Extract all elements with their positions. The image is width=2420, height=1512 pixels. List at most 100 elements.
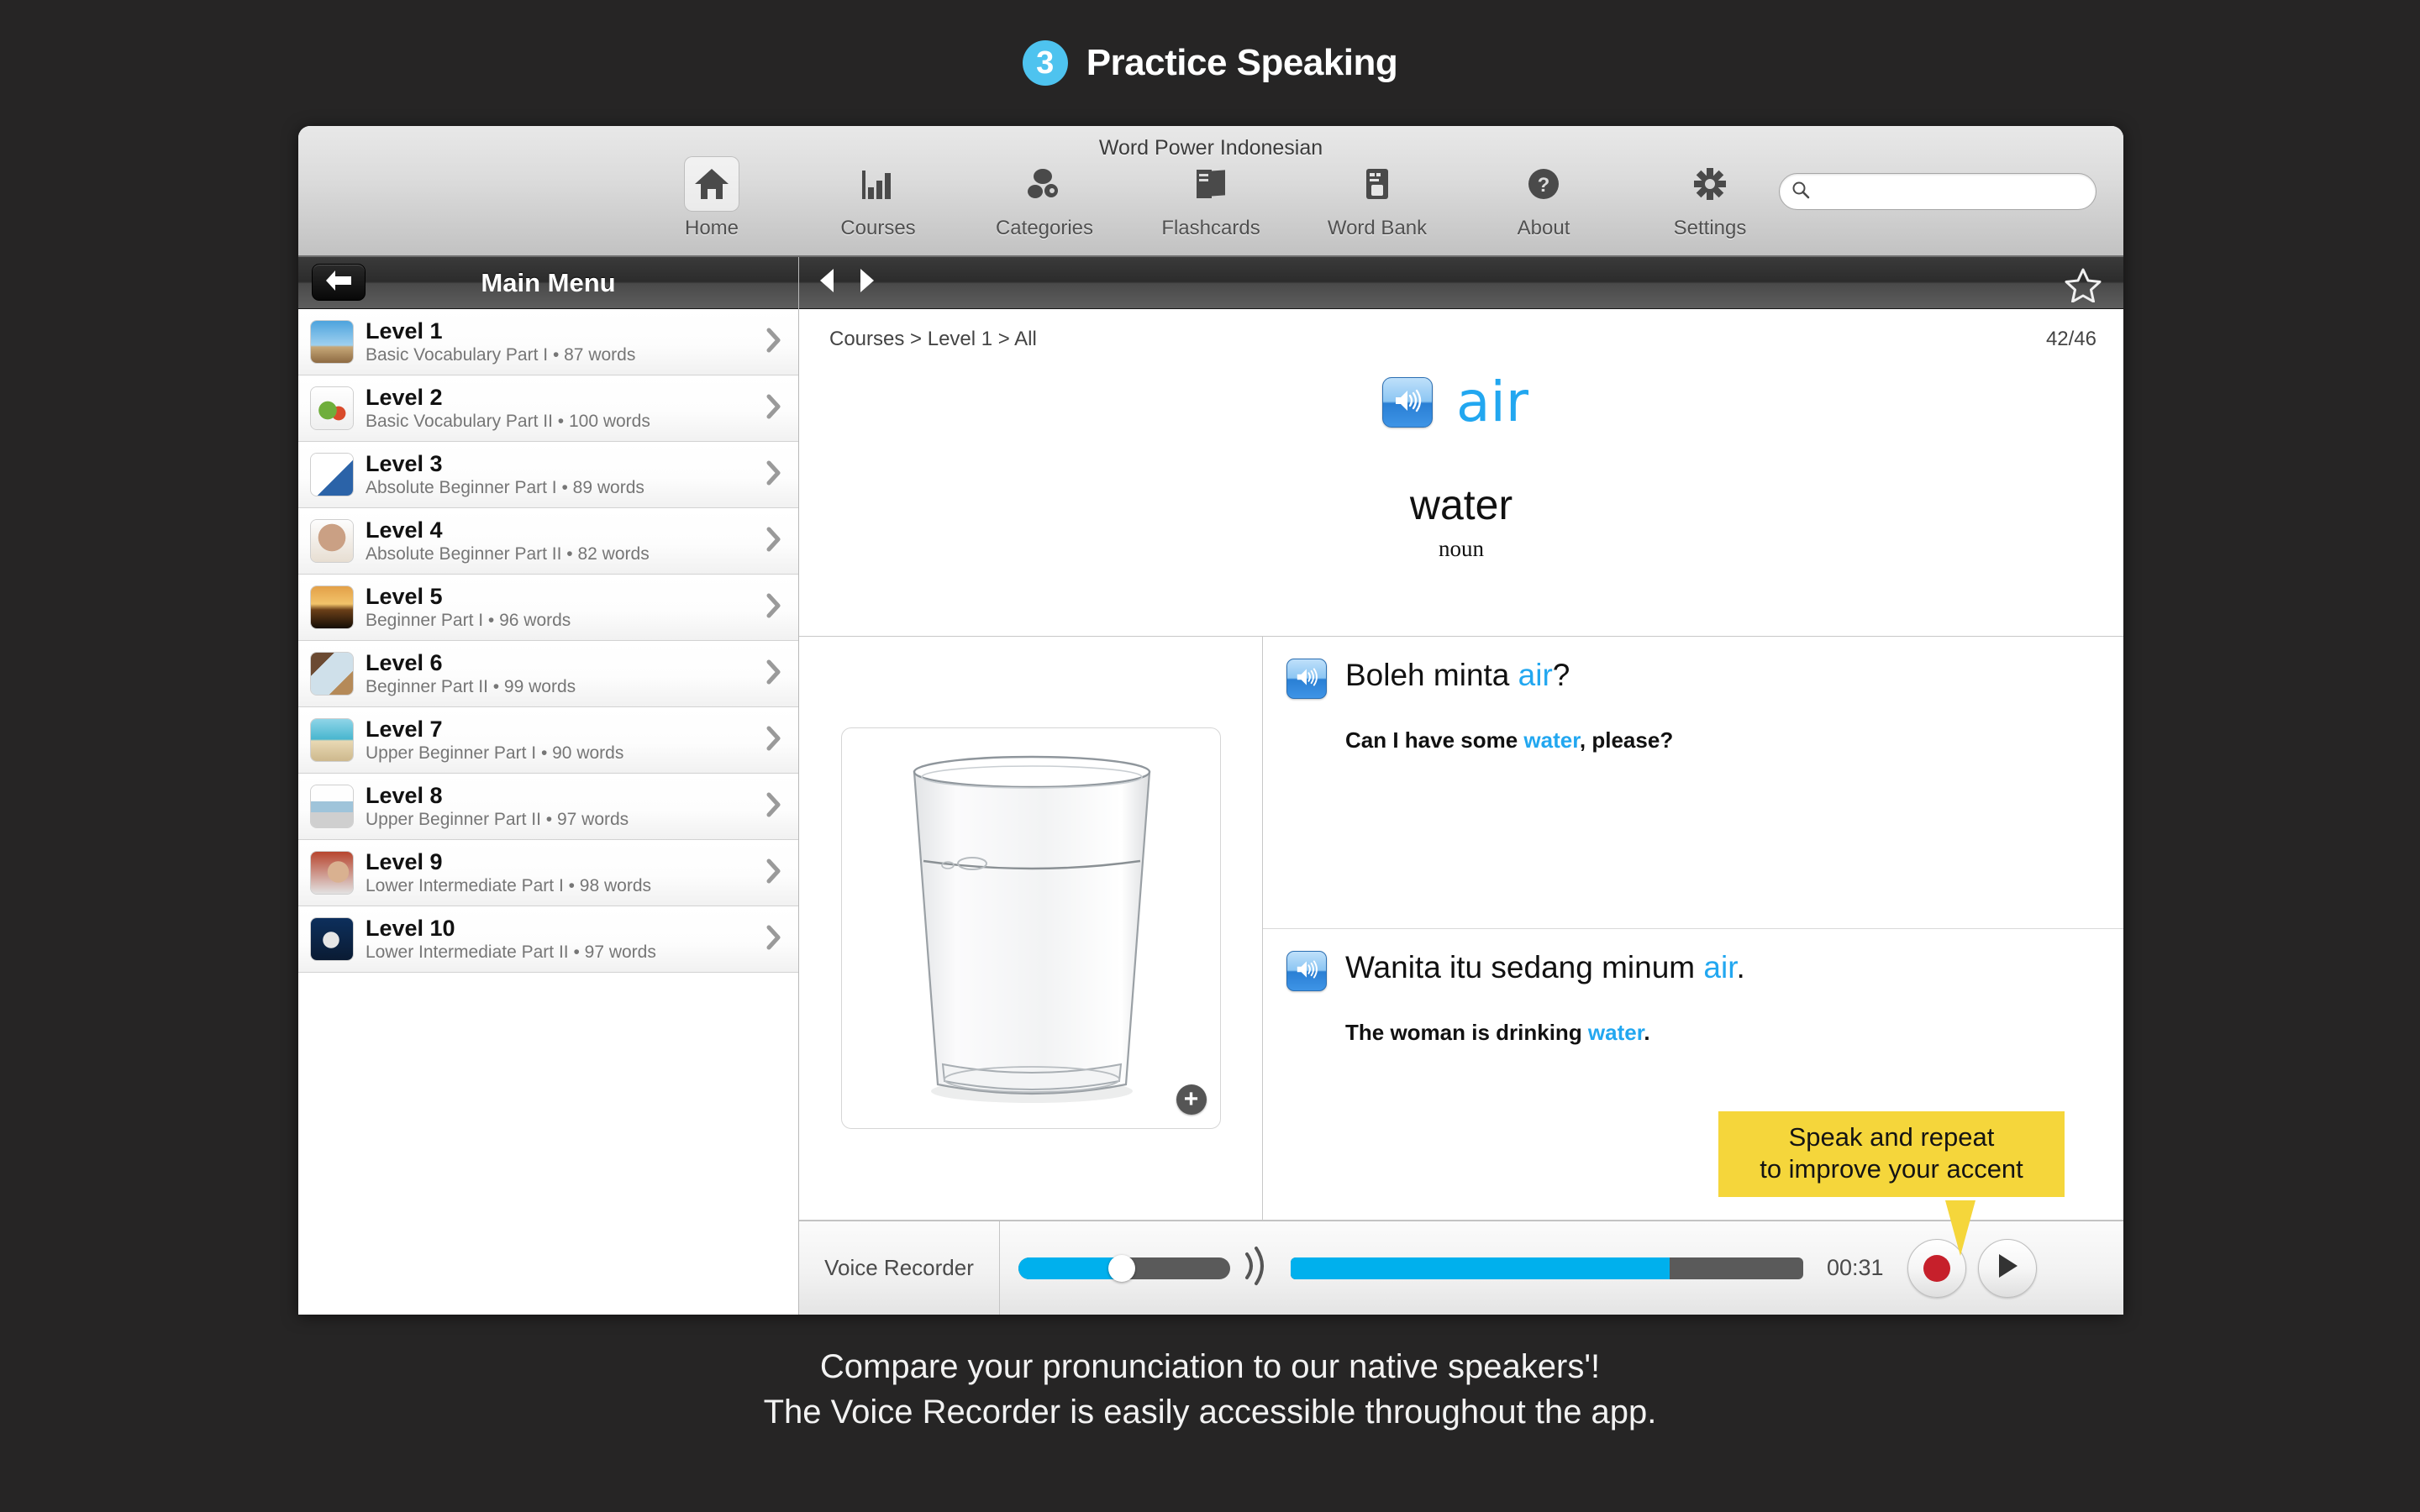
level-name: Level 5	[366, 584, 443, 610]
search-box[interactable]	[1779, 173, 2096, 210]
list-item[interactable]: Level 8 Upper Beginner Part II • 97 word…	[298, 774, 798, 840]
sidebar: Main Menu Level 1 Basic Vocabulary Part …	[298, 257, 799, 1315]
toolbar-label: Word Bank	[1327, 217, 1428, 239]
list-item[interactable]: Level 1 Basic Vocabulary Part I • 87 wor…	[298, 309, 798, 375]
glass-of-water-illustration	[913, 755, 1150, 1103]
sentence-target-before: Wanita itu sedang minum	[1345, 950, 1704, 984]
list-item[interactable]: Level 7 Upper Beginner Part I • 90 words	[298, 707, 798, 774]
volume-slider-knob[interactable]	[1108, 1254, 1136, 1282]
voice-recorder-label: Voice Recorder	[799, 1221, 1000, 1315]
toolbar-item-home[interactable]: Home	[629, 156, 795, 240]
star-outline-icon[interactable]	[2065, 267, 2102, 307]
level-list: Level 1 Basic Vocabulary Part I • 87 wor…	[298, 309, 798, 973]
level-name: Level 10	[366, 916, 455, 942]
sentence-translation-before: Can I have some	[1345, 727, 1524, 753]
list-item[interactable]: Level 6 Beginner Part II • 99 words	[298, 641, 798, 707]
chevron-right-icon	[766, 527, 781, 556]
callout-line-1: Speak and repeat	[1788, 1122, 1995, 1152]
sentence-target-highlight: air	[1518, 658, 1553, 692]
search-icon	[1791, 181, 1810, 203]
sentence-translation-after: , please?	[1579, 727, 1674, 753]
volume-waves-icon	[1242, 1243, 1269, 1293]
level-name: Level 6	[366, 650, 443, 676]
callout-line-2: to improve your accent	[1760, 1153, 2023, 1184]
level-thumbnail	[310, 785, 354, 828]
list-item[interactable]: Level 4 Absolute Beginner Part II • 82 w…	[298, 508, 798, 575]
previous-arrow-icon[interactable]	[818, 268, 836, 297]
image-pane: +	[799, 637, 1263, 1220]
back-arrow-icon	[325, 270, 352, 296]
level-subtitle: Absolute Beginner Part II • 82 words	[366, 543, 650, 564]
list-item[interactable]: Level 3 Absolute Beginner Part I • 89 wo…	[298, 442, 798, 508]
level-subtitle: Lower Intermediate Part I • 98 words	[366, 875, 652, 895]
playback-progress-bar[interactable]	[1291, 1257, 1803, 1279]
play-triangle-icon	[1996, 1252, 2019, 1284]
sentence-translation-text: Can I have some water, please?	[1345, 727, 2098, 753]
toolbar: Word Power Indonesian Home Courses Categ…	[298, 126, 2123, 257]
volume-slider-fill	[1018, 1257, 1123, 1279]
sidebar-header: Main Menu	[298, 257, 798, 309]
nav-arrows	[818, 268, 876, 297]
level-thumbnail	[310, 652, 354, 696]
level-name: Level 2	[366, 385, 443, 411]
home-icon	[684, 156, 739, 212]
list-item[interactable]: Level 10 Lower Intermediate Part II • 97…	[298, 906, 798, 973]
sentence-target-after: .	[1736, 950, 1745, 984]
level-thumbnail	[310, 519, 354, 563]
speaker-icon	[1294, 667, 1319, 691]
sentence-translation-text: The woman is drinking water.	[1345, 1020, 2098, 1046]
toolbar-item-settings[interactable]: Settings	[1627, 156, 1793, 240]
sidebar-title: Main Menu	[481, 267, 616, 297]
sentence-translation-before: The woman is drinking	[1345, 1020, 1588, 1045]
chevron-right-icon	[766, 858, 781, 888]
level-name: Level 7	[366, 717, 443, 743]
toolbar-item-flashcards[interactable]: Flashcards	[1128, 156, 1294, 240]
list-item[interactable]: Level 5 Beginner Part I • 96 words	[298, 575, 798, 641]
chevron-right-icon	[766, 925, 781, 954]
speaker-icon	[1294, 959, 1319, 984]
search-input[interactable]	[1817, 181, 2096, 202]
word-image[interactable]: +	[840, 727, 1221, 1129]
headword-audio-button[interactable]	[1382, 377, 1434, 428]
toolbar-item-courses[interactable]: Courses	[795, 156, 961, 240]
back-button[interactable]	[312, 264, 366, 301]
level-thumbnail	[310, 718, 354, 762]
sentence-target-text: Boleh minta air?	[1345, 658, 1570, 693]
level-thumbnail	[310, 917, 354, 961]
bar-chart-icon	[850, 156, 906, 212]
level-subtitle: Beginner Part I • 96 words	[366, 610, 571, 630]
breadcrumb[interactable]: Courses > Level 1 > All	[829, 328, 1037, 351]
window-title: Word Power Indonesian	[1098, 136, 1323, 160]
sentence-audio-button[interactable]	[1286, 659, 1327, 699]
categories-icon	[1017, 156, 1072, 212]
callout-tail	[1945, 1200, 1975, 1256]
level-subtitle: Upper Beginner Part I • 90 words	[366, 743, 624, 763]
toolbar-item-about[interactable]: ? About	[1460, 156, 1627, 240]
level-thumbnail	[310, 585, 354, 629]
toolbar-item-categories[interactable]: Categories	[961, 156, 1128, 240]
question-mark-icon: ?	[1516, 156, 1571, 212]
translation-text: water	[1409, 481, 1513, 528]
level-thumbnail	[310, 453, 354, 496]
toolbar-item-word-bank[interactable]: Word Bank	[1294, 156, 1460, 240]
chevron-right-icon	[766, 394, 781, 423]
level-name: Level 9	[366, 849, 443, 875]
caption-line-1: Compare your pronunciation to our native…	[819, 1348, 1601, 1385]
next-arrow-icon[interactable]	[858, 268, 876, 297]
svg-text:?: ?	[1538, 174, 1550, 197]
playback-progress-fill	[1291, 1257, 1670, 1279]
list-item[interactable]: Level 2 Basic Vocabulary Part II • 100 w…	[298, 375, 798, 442]
zoom-image-button[interactable]: +	[1176, 1084, 1207, 1115]
sentence-audio-button[interactable]	[1286, 951, 1327, 991]
level-name: Level 8	[366, 783, 443, 809]
toolbar-label: About	[1517, 217, 1570, 239]
list-item[interactable]: Level 9 Lower Intermediate Part I • 98 w…	[298, 840, 798, 906]
step-number-badge: 3	[1022, 40, 1068, 86]
play-button[interactable]	[1977, 1238, 2037, 1298]
level-subtitle: Absolute Beginner Part I • 89 words	[366, 477, 644, 497]
flashcards-icon	[1183, 156, 1239, 212]
translation-block: water noun	[799, 480, 2123, 562]
headword-row: air	[799, 375, 2123, 430]
volume-slider[interactable]	[1018, 1254, 1230, 1282]
sentence-target-text: Wanita itu sedang minum air.	[1345, 950, 1745, 985]
